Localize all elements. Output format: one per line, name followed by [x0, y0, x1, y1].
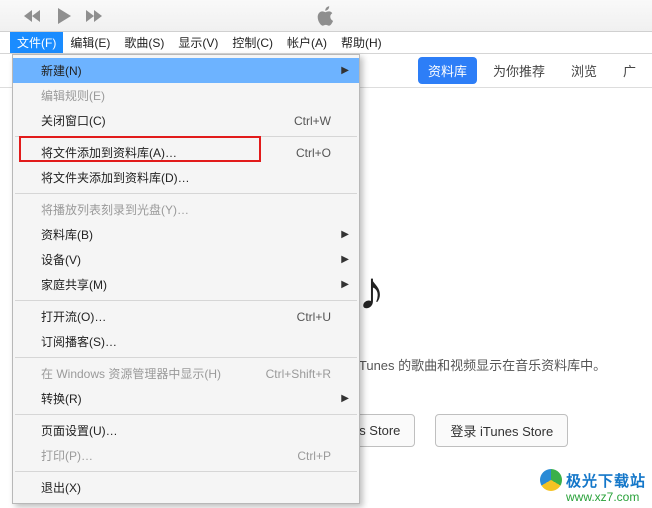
menu-separator — [15, 193, 357, 194]
menu-separator — [15, 471, 357, 472]
menu-item-label: 将文件夹添加到资料库(D)… — [41, 169, 190, 186]
menu-item-label: 将文件添加到资料库(A)… — [41, 144, 177, 161]
tab-browse[interactable]: 浏览 — [561, 57, 607, 84]
submenu-arrow-icon: ▶ — [341, 393, 349, 404]
playback-controls — [20, 3, 108, 29]
play-button[interactable] — [46, 3, 82, 29]
menu-item-label: 打开流(O)… — [41, 308, 106, 325]
menu-item-convert[interactable]: 转换(R) ▶ — [13, 386, 359, 411]
store-button-row: itunes Store 登录 iTunes Store — [330, 414, 568, 447]
menu-item-burn: 将播放列表刻录到光盘(Y)… — [13, 197, 359, 222]
menu-item-shortcut: Ctrl+U — [297, 310, 331, 324]
music-note-icon: ♪ — [358, 260, 385, 322]
library-hint-text: iTunes 的歌曲和视频显示在音乐资料库中。 — [356, 355, 606, 374]
menu-item-add-folder[interactable]: 将文件夹添加到资料库(D)… — [13, 165, 359, 190]
menu-item-show-in-explorer: 在 Windows 资源管理器中显示(H) Ctrl+Shift+R — [13, 361, 359, 386]
menu-item-label: 编辑规则(E) — [41, 87, 105, 104]
prev-track-button[interactable] — [20, 3, 46, 29]
sign-in-store-button[interactable]: 登录 iTunes Store — [435, 414, 568, 447]
watermark-logo-icon — [540, 469, 562, 491]
tab-for-you[interactable]: 为你推荐 — [483, 57, 555, 84]
apple-logo-icon — [317, 6, 335, 26]
menu-item-shortcut: Ctrl+Shift+R — [266, 367, 331, 381]
file-menu-dropdown: 新建(N) ▶ 编辑规则(E) 关闭窗口(C) Ctrl+W 将文件添加到资料库… — [12, 54, 360, 504]
menu-item-close-window[interactable]: 关闭窗口(C) Ctrl+W — [13, 108, 359, 133]
menubar: 文件(F) 编辑(E) 歌曲(S) 显示(V) 控制(C) 帐户(A) 帮助(H… — [0, 32, 652, 54]
menu-item-label: 设备(V) — [41, 251, 81, 268]
menu-item-edit-rules: 编辑规则(E) — [13, 83, 359, 108]
next-track-button[interactable] — [82, 3, 108, 29]
tab-radio[interactable]: 广 — [613, 57, 646, 84]
menu-item-label: 资料库(B) — [41, 226, 93, 243]
menu-view[interactable]: 显示(V) — [171, 32, 225, 53]
tab-library[interactable]: 资料库 — [418, 57, 477, 84]
menu-item-shortcut: Ctrl+P — [297, 449, 331, 463]
menu-item-open-stream[interactable]: 打开流(O)… Ctrl+U — [13, 304, 359, 329]
menu-item-label: 转换(R) — [41, 390, 82, 407]
menu-file[interactable]: 文件(F) — [10, 32, 63, 53]
submenu-arrow-icon: ▶ — [341, 229, 349, 240]
menu-item-label: 将播放列表刻录到光盘(Y)… — [41, 201, 189, 218]
submenu-arrow-icon: ▶ — [341, 65, 349, 76]
menu-item-devices[interactable]: 设备(V) ▶ — [13, 247, 359, 272]
menu-control[interactable]: 控制(C) — [225, 32, 280, 53]
watermark-title: 极光下载站 — [566, 470, 646, 491]
menu-item-print: 打印(P)… Ctrl+P — [13, 443, 359, 468]
menu-item-shortcut: Ctrl+O — [296, 146, 331, 160]
menu-separator — [15, 300, 357, 301]
menu-item-library[interactable]: 资料库(B) ▶ — [13, 222, 359, 247]
menu-item-label: 退出(X) — [41, 479, 81, 496]
menu-item-page-setup[interactable]: 页面设置(U)… — [13, 418, 359, 443]
menu-item-shortcut: Ctrl+W — [294, 114, 331, 128]
menu-item-new[interactable]: 新建(N) ▶ — [13, 58, 359, 83]
menu-separator — [15, 414, 357, 415]
player-toolbar — [0, 0, 652, 32]
submenu-arrow-icon: ▶ — [341, 254, 349, 265]
menu-item-label: 新建(N) — [41, 62, 82, 79]
menu-item-exit[interactable]: 退出(X) — [13, 475, 359, 500]
menu-songs[interactable]: 歌曲(S) — [117, 32, 171, 53]
menu-edit[interactable]: 编辑(E) — [63, 32, 117, 53]
menu-item-label: 家庭共享(M) — [41, 276, 107, 293]
menu-item-label: 关闭窗口(C) — [41, 112, 106, 129]
watermark-url: www.xz7.com — [566, 490, 646, 504]
submenu-arrow-icon: ▶ — [341, 279, 349, 290]
menu-separator — [15, 357, 357, 358]
menu-help[interactable]: 帮助(H) — [334, 32, 389, 53]
menu-item-add-file[interactable]: 将文件添加到资料库(A)… Ctrl+O — [13, 140, 359, 165]
menu-item-label: 订阅播客(S)… — [41, 333, 117, 350]
menu-item-label: 在 Windows 资源管理器中显示(H) — [41, 365, 221, 382]
menu-item-home-sharing[interactable]: 家庭共享(M) ▶ — [13, 272, 359, 297]
menu-item-subscribe-podcast[interactable]: 订阅播客(S)… — [13, 329, 359, 354]
menu-item-label: 页面设置(U)… — [41, 422, 118, 439]
watermark: 极光下载站 www.xz7.com — [540, 469, 646, 504]
menu-separator — [15, 136, 357, 137]
menu-account[interactable]: 帐户(A) — [280, 32, 334, 53]
menu-item-label: 打印(P)… — [41, 447, 93, 464]
